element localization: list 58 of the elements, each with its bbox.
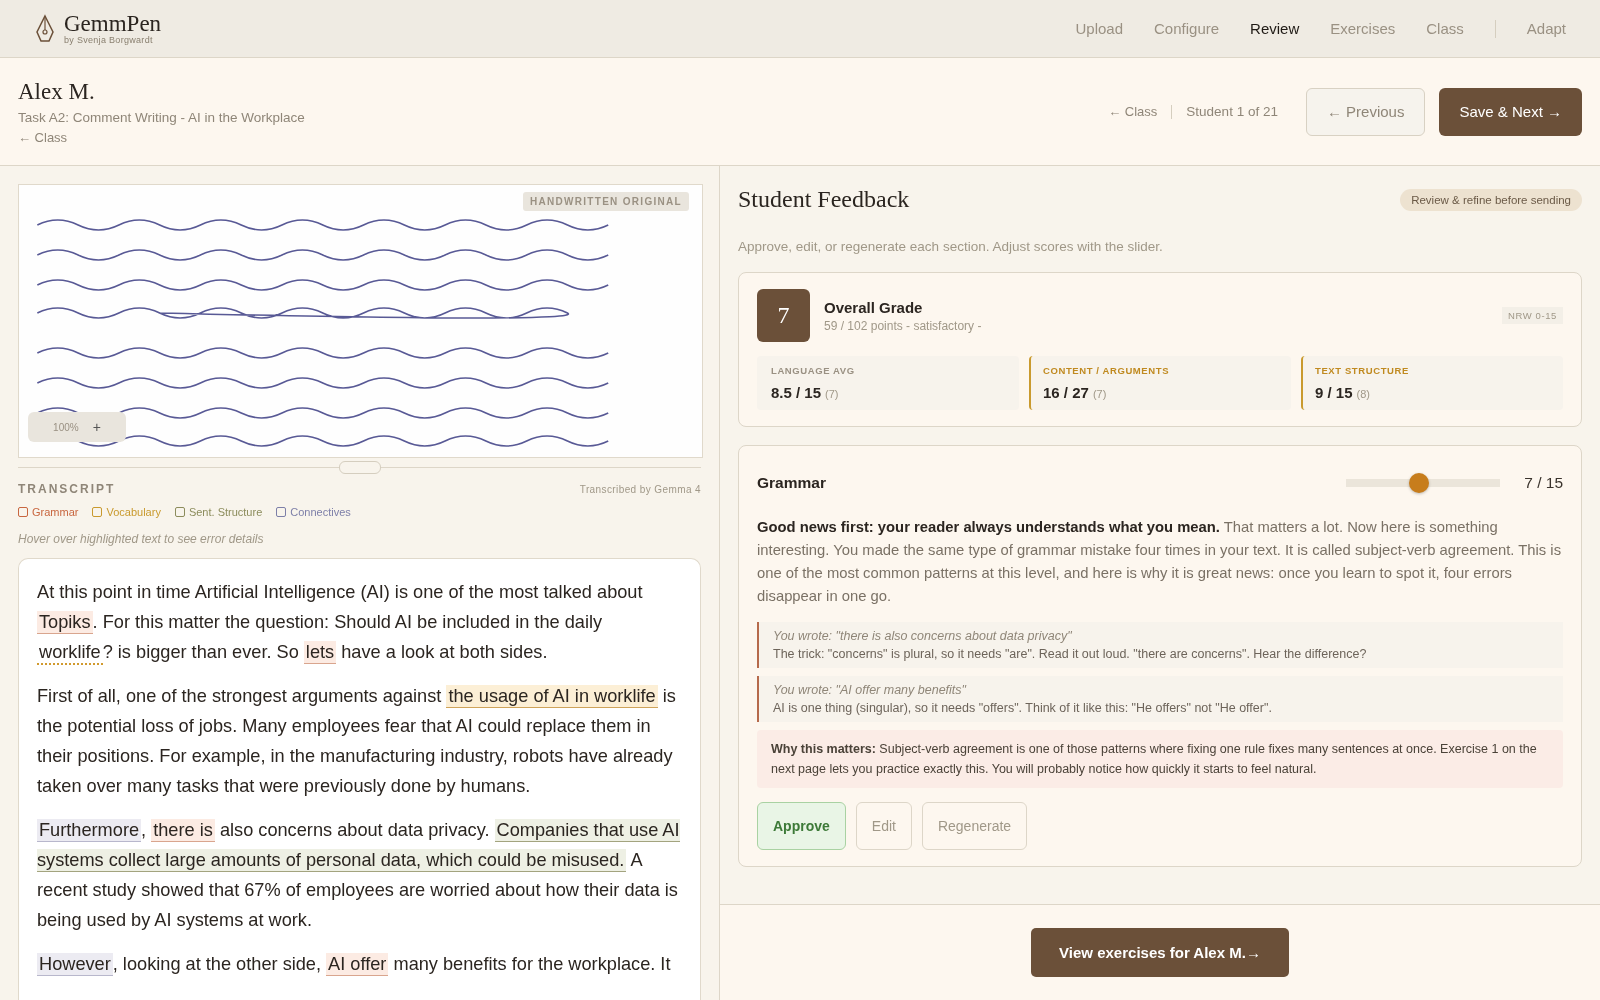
section-score: 7 / 15 xyxy=(1524,474,1563,492)
hover-hint: Hover over highlighted text to see error details xyxy=(18,532,265,546)
overall-points: 59 / 102 points - satisfactory - xyxy=(824,318,982,333)
legend-toggle[interactable]: Connectives xyxy=(276,506,351,518)
score-value: 9 / 15 (8) xyxy=(1315,384,1371,401)
back-link[interactable]: ← Class xyxy=(1108,104,1158,119)
back-link[interactable]: ← Class xyxy=(18,129,305,145)
student-quote: You wrote: "there is also concerns about data privacy" xyxy=(773,629,1073,643)
action-button[interactable]: Approve xyxy=(757,802,846,850)
score-label: CONTENT / ARGUMENTS xyxy=(1043,365,1171,376)
legend-toggle[interactable]: Sent. Structure xyxy=(174,506,263,518)
pen-nib-icon xyxy=(34,13,56,44)
scale-label: NRW 0-15 xyxy=(1502,307,1563,324)
grade-badge: 7 xyxy=(757,289,810,342)
view-exercises-button[interactable]: View exercises for Alex M.→ xyxy=(1031,928,1289,977)
feedback-title: Student Feedback xyxy=(738,186,910,213)
nav-link[interactable]: Adapt xyxy=(1526,20,1566,37)
nav-link[interactable]: Class xyxy=(1426,20,1464,37)
nav-link[interactable]: Upload xyxy=(1075,20,1123,37)
score-value: 16 / 27 (7) xyxy=(1043,384,1108,401)
original-badge: HANDWRITTEN ORIGINAL xyxy=(522,192,689,211)
nav-link[interactable]: Configure xyxy=(1154,20,1220,37)
save-next-button[interactable]: Save & Next → xyxy=(1439,87,1582,136)
example-tip: AI is one thing (singular), so it needs "offers". Think of it like this: "He offers" not "He offer". xyxy=(773,701,1273,715)
nav-link[interactable]: Exercises xyxy=(1330,20,1396,37)
legend-toggle[interactable]: Grammar xyxy=(18,506,79,518)
overall-title: Overall Grade xyxy=(824,298,924,316)
section-title: Grammar xyxy=(757,474,826,492)
transcript-paragraph: Furthermore, there is also concerns about data privacy. Companies that use AI systems collect large amounts of personal data, which could be misused. A recent study showed that 67% of employees are worried about how their data is being used by AI systems at work. xyxy=(37,818,681,932)
brand-byline: by Svenja Borgwardt xyxy=(64,34,154,45)
student-name: Alex M. xyxy=(18,78,96,105)
review-badge: Review & refine before sending xyxy=(1400,188,1582,211)
resize-handle[interactable] xyxy=(338,460,381,474)
transcript-credit: Transcribed by Gemma 4 xyxy=(579,483,701,495)
action-button[interactable]: Regenerate xyxy=(921,802,1028,850)
score-label: LANGUAGE AVG xyxy=(771,365,856,376)
student-position: Student 1 of 21 xyxy=(1186,104,1278,119)
transcript-paragraph: However, looking at the other side, AI offer many benefits for the workplace. It xyxy=(37,952,672,978)
brand-name: GemmPen xyxy=(64,12,162,35)
action-button[interactable]: Edit xyxy=(855,802,912,850)
feedback-intro: Approve, edit, or regenerate each section. Adjust scores with the slider. xyxy=(738,239,1164,254)
task-title: Task A2: Comment Writing - AI in the Workplace xyxy=(18,109,305,125)
previous-button[interactable]: ← Previous xyxy=(1305,87,1426,136)
transcript-paragraph: At this point in time Artificial Intelligence (AI) is one of the most talked about Topiks. For this matter the question: Should AI be included in the daily worklife? is bigger than ever. So lets have a look at both sides. xyxy=(37,577,682,667)
nav-link[interactable]: Review xyxy=(1250,20,1300,37)
score-label: TEXT STRUCTURE xyxy=(1315,365,1410,376)
example-tip: The trick: "concerns" is plural, so it needs "are". Read it out loud. "there are concerns". Hear the difference? xyxy=(773,647,1368,661)
transcript-title: TRANSCRIPT xyxy=(18,482,116,496)
feedback-text: Good news first: your reader always understands what you mean. That matters a lot. Now here is something interesting. You made the same type of grammar mistake four times in your text. It is called subject-verb agreement. This is one of the most common patterns at this level, and here is why it is great news: once you learn to spot it, four errors disappear in one go. xyxy=(757,518,1563,606)
legend-toggle[interactable]: Vocabulary xyxy=(92,506,161,518)
why-note: Why this matters: Subject-verb agreement is one of those patterns where fixing one rule fixes many sentences at once. Exercise 1 on the next page lets you practice exactly this. You will probably notice how quickly it starts to feel natural. xyxy=(757,730,1563,788)
zoom-level: 100% xyxy=(53,421,79,433)
transcript-paragraph: First of all, one of the strongest arguments against the usage of AI in worklife is the potential loss of jobs. Many employees fear that AI could replace them in their positions. For example, in the manufacturing industry, robots have already taken over many tasks that were previously done by humans. xyxy=(37,684,677,798)
zoom-in-button[interactable]: + xyxy=(92,419,101,435)
slider-thumb[interactable] xyxy=(1409,473,1430,493)
score-value: 8.5 / 15 (7) xyxy=(771,384,840,401)
zoom-control[interactable]: 100% + xyxy=(28,412,126,442)
student-quote: You wrote: "AI offer many benefits" xyxy=(773,683,968,697)
